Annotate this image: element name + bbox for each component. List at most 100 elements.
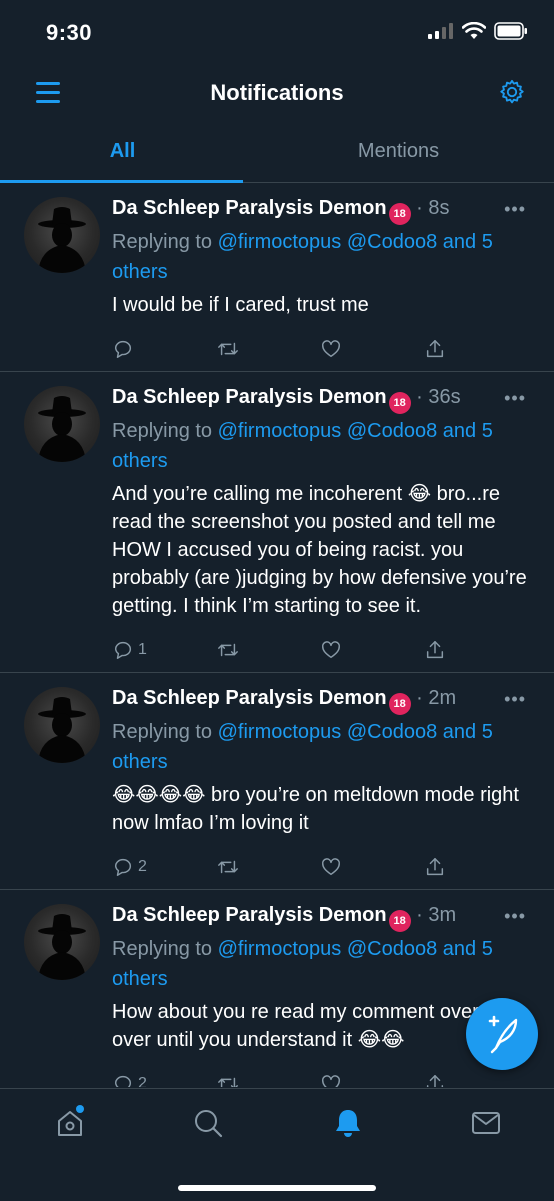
tweet[interactable]: ••• Da Schleep Paralysis Demon 18 · 36s R… (0, 372, 554, 673)
replying-to: Replying to @firmoctopus @Codoo8 and 5 o… (112, 227, 528, 287)
unread-dot (76, 1105, 84, 1113)
gear-icon[interactable] (498, 78, 526, 106)
tweet-time: · 8s (416, 197, 450, 219)
tweet-header: Da Schleep Paralysis Demon 18 · 2m (112, 685, 528, 715)
like-icon (322, 1075, 340, 1087)
tweet-header: Da Schleep Paralysis Demon 18 · 3m (112, 902, 528, 932)
age-18-emoji-icon: 18 (388, 910, 411, 932)
like-button[interactable] (320, 856, 424, 878)
nav-messages[interactable] (468, 1105, 504, 1141)
reply-icon (114, 1075, 132, 1087)
avatar[interactable] (24, 197, 100, 273)
retweet-button[interactable] (216, 1073, 320, 1087)
tweet-header: Da Schleep Paralysis Demon 18 · 36s (112, 384, 528, 414)
compose-icon (488, 1015, 518, 1054)
top-app-bar: Notifications (0, 66, 554, 122)
tweet-time: · 36s (416, 386, 461, 408)
like-icon (322, 641, 340, 659)
compose-tweet-button[interactable] (466, 998, 538, 1070)
more-options-icon[interactable]: ••• (504, 388, 526, 409)
like-icon (322, 340, 340, 358)
more-options-icon[interactable]: ••• (504, 199, 526, 220)
retweet-icon (218, 643, 238, 657)
battery-icon (494, 22, 527, 40)
tweet-actions: 1 (112, 628, 528, 672)
share-button[interactable] (424, 338, 528, 360)
tab-all[interactable]: All (0, 140, 261, 163)
retweet-button[interactable] (216, 856, 320, 878)
replying-to-prefix: Replying to (112, 420, 213, 442)
status-bar: 9:30 (0, 0, 554, 66)
retweet-button[interactable] (216, 338, 320, 360)
retweet-icon (218, 860, 238, 874)
bell-icon (336, 1110, 360, 1137)
signal-icon (428, 23, 453, 39)
tweet[interactable]: ••• Da Schleep Paralysis Demon 18 · 2m Re… (0, 673, 554, 890)
reply-count: 2 (138, 858, 147, 875)
retweet-icon (218, 342, 238, 356)
nav-search[interactable] (190, 1105, 226, 1141)
author-name[interactable]: Da Schleep Paralysis Demon (112, 904, 387, 926)
like-button[interactable] (320, 639, 424, 661)
avatar[interactable] (24, 386, 100, 462)
tab-mentions[interactable]: Mentions (260, 140, 537, 163)
retweet-icon (218, 1077, 238, 1087)
author-name[interactable]: Da Schleep Paralysis Demon (112, 687, 387, 709)
tweet-header: Da Schleep Paralysis Demon 18 · 8s (112, 195, 528, 225)
share-icon (426, 340, 444, 358)
reply-icon (114, 340, 132, 358)
reply-icon (114, 641, 132, 659)
tweet-time: · 2m (416, 687, 457, 709)
status-icons (428, 22, 528, 40)
reply-count: 2 (138, 1075, 147, 1087)
tweet-text: And you’re calling me incoherent 😂 bro..… (112, 483, 527, 617)
like-button[interactable] (320, 338, 424, 360)
status-time: 9:30 (46, 20, 93, 45)
age-18-emoji-icon: 18 (388, 392, 411, 414)
reply-button[interactable]: 2 (112, 856, 216, 878)
share-icon (426, 1075, 444, 1087)
notification-feed[interactable]: ••• Da Schleep Paralysis Demon 18 · 8s Re… (0, 183, 554, 1087)
reply-count: 1 (138, 641, 147, 658)
author-name[interactable]: Da Schleep Paralysis Demon (112, 197, 387, 219)
like-icon (322, 858, 340, 876)
share-button[interactable] (424, 856, 528, 878)
avatar[interactable] (24, 687, 100, 763)
more-options-icon[interactable]: ••• (504, 906, 526, 927)
tweet-text: I would be if I cared, trust me (112, 294, 369, 316)
wifi-icon (462, 22, 486, 39)
author-name[interactable]: Da Schleep Paralysis Demon (112, 386, 387, 408)
tweet-text: 😂😂😂😂 bro you’re on meltdown mode right n… (112, 784, 519, 834)
reply-button[interactable]: 1 (112, 639, 216, 661)
replying-to: Replying to @firmoctopus @Codoo8 and 5 o… (112, 934, 528, 994)
tweet[interactable]: ••• Da Schleep Paralysis Demon 18 · 8s Re… (0, 183, 554, 372)
replying-to: Replying to @firmoctopus @Codoo8 and 5 o… (112, 717, 528, 777)
avatar[interactable] (24, 904, 100, 980)
replying-to: Replying to @firmoctopus @Codoo8 and 5 o… (112, 416, 528, 476)
more-options-icon[interactable]: ••• (504, 689, 526, 710)
reply-button[interactable] (112, 338, 216, 360)
retweet-button[interactable] (216, 639, 320, 661)
tweet-actions (112, 327, 528, 371)
age-18-emoji-icon: 18 (388, 203, 411, 225)
share-icon (426, 858, 444, 876)
replying-to-prefix: Replying to (112, 938, 213, 960)
home-indicator[interactable] (178, 1185, 376, 1191)
tweet-time: · 3m (416, 904, 457, 926)
nav-notifications[interactable] (330, 1105, 366, 1141)
page-title: Notifications (210, 80, 344, 105)
replying-to-prefix: Replying to (112, 231, 213, 253)
share-icon (426, 641, 444, 659)
tweet-actions: 2 (112, 845, 528, 889)
reply-button[interactable]: 2 (112, 1073, 216, 1087)
like-button[interactable] (320, 1073, 424, 1087)
share-button[interactable] (424, 1073, 528, 1087)
nav-home[interactable] (52, 1105, 88, 1141)
bottom-tab-bar (0, 1088, 554, 1201)
search-icon (195, 1110, 223, 1138)
mail-icon (472, 1112, 500, 1134)
age-18-emoji-icon: 18 (388, 693, 411, 715)
notification-tabs: All Mentions (0, 122, 554, 183)
share-button[interactable] (424, 639, 528, 661)
reply-icon (114, 858, 132, 876)
